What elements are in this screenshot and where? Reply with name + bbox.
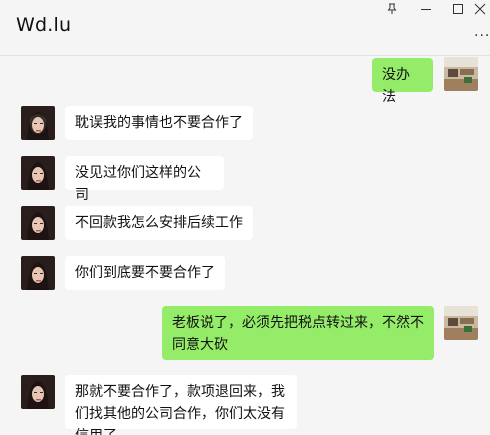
chat-title: Wd.lu [16, 14, 72, 36]
more-icon[interactable]: ··· [474, 28, 490, 44]
avatar[interactable] [21, 206, 55, 240]
close-icon[interactable] [470, 0, 490, 18]
avatar[interactable] [444, 306, 478, 340]
avatar[interactable] [21, 156, 55, 190]
message-bubble[interactable]: 老板说了，必须先把税点转过来，不然不同意大砍 [162, 306, 434, 360]
minimize-icon[interactable] [411, 0, 441, 18]
avatar[interactable] [21, 106, 55, 140]
chat-header: Wd.lu ··· [0, 0, 490, 56]
pin-icon[interactable] [377, 0, 407, 18]
avatar[interactable] [444, 57, 478, 91]
avatar[interactable] [21, 256, 55, 290]
message-bubble[interactable]: 没见过你们这样的公司 [65, 156, 224, 203]
message-bubble[interactable]: 耽误我的事情也不要合作了 [65, 106, 253, 140]
message-bubble[interactable]: 你们到底要不要合作了 [65, 256, 225, 290]
chat-window: Wd.lu ··· 没办法 耽误我的事情也不要合作了 没见过你们这样的公司 不回… [0, 0, 490, 435]
avatar[interactable] [21, 375, 55, 409]
maximize-icon[interactable] [443, 0, 473, 18]
message-bubble[interactable]: 不回款我怎么安排后续工作 [65, 206, 253, 240]
message-list[interactable]: 没办法 耽误我的事情也不要合作了 没见过你们这样的公司 不回款我怎么安排后续工作… [0, 56, 490, 435]
message-bubble[interactable]: 那就不要合作了，款项退回来，我们找其他的公司合作，你们太没有信用了 [65, 375, 297, 435]
message-bubble[interactable]: 没办法 [372, 58, 433, 105]
